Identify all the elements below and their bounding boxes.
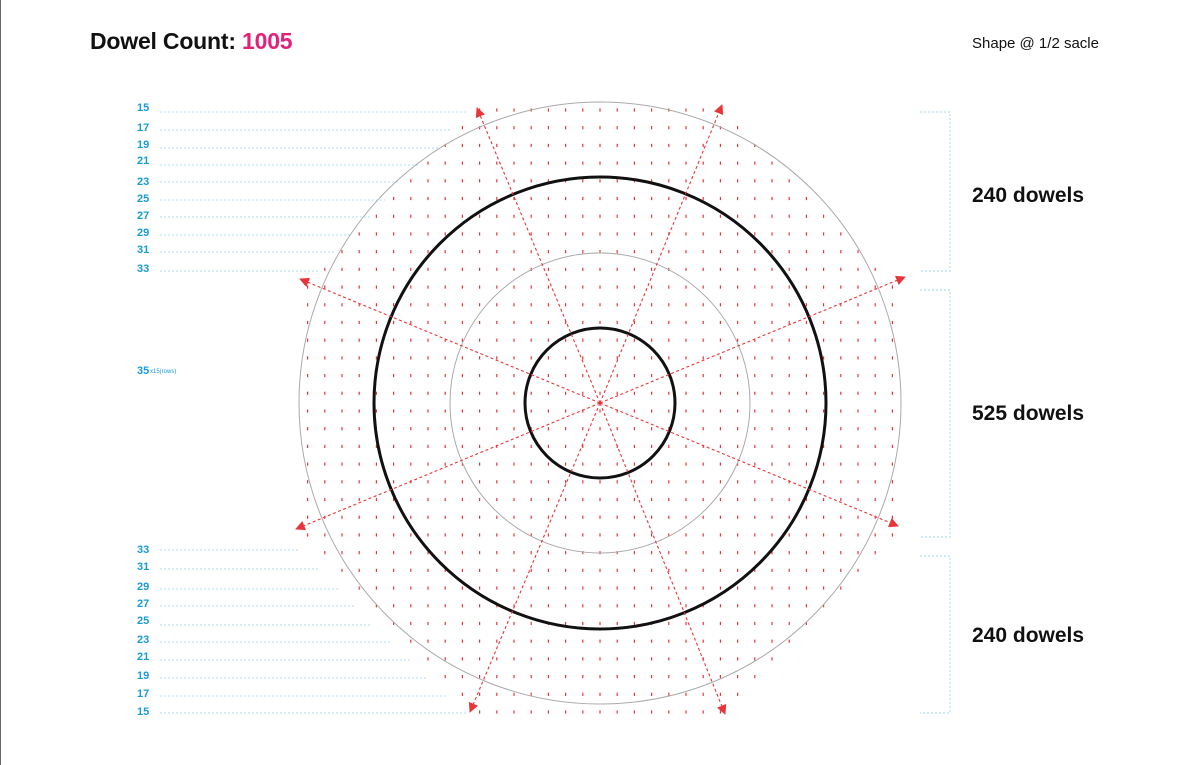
row-label: 15: [137, 706, 149, 718]
radial-arrow: [599, 275, 906, 404]
radial-arrow: [468, 402, 601, 713]
row-label: 17: [137, 122, 149, 134]
row-label: 25: [137, 615, 149, 627]
row-label: 17: [137, 688, 149, 700]
row-label: 25: [137, 193, 149, 205]
row-label: 21: [137, 651, 149, 663]
row-label: 29: [137, 227, 149, 239]
row-label: 29: [137, 581, 149, 593]
row-label: 21: [137, 155, 149, 167]
section-bracket: [920, 111, 951, 272]
row-label: 33: [137, 544, 149, 556]
row-label: 31: [137, 561, 149, 573]
row-label: 33: [137, 263, 149, 275]
row-label: 23: [137, 634, 149, 646]
row-labels-top: 15 17 19 21 23 25 27 29 31 33: [137, 102, 149, 275]
section-label-bottom: 240 dowels: [972, 624, 1084, 647]
row-label: 31: [137, 244, 149, 256]
radial-arrow: [599, 402, 727, 715]
row-labels-bottom: 33 31 29 27 25 23 21 19 17 15: [137, 544, 149, 718]
row-label: 27: [137, 598, 149, 610]
section-bracket: [920, 555, 951, 714]
row-guides: [160, 111, 468, 714]
section-brackets: [920, 111, 951, 714]
section-label-top: 240 dowels: [972, 184, 1084, 207]
dowel-grid: [307, 108, 894, 714]
row-label: 23: [137, 176, 149, 188]
middle-row-label: 35: [137, 365, 149, 377]
dowel-layout-diagram: 15 17 19 21 23 25 27 29 31 33 35 x15(row…: [137, 101, 1084, 718]
middle-row-note: x15(rows): [150, 369, 176, 375]
section-label-middle: 525 dowels: [972, 402, 1084, 425]
section-bracket: [920, 289, 951, 538]
row-label: 19: [137, 670, 149, 682]
row-label: 19: [137, 139, 149, 151]
row-label: 15: [137, 102, 149, 114]
radial-arrow: [299, 277, 601, 404]
row-label: 27: [137, 210, 149, 222]
